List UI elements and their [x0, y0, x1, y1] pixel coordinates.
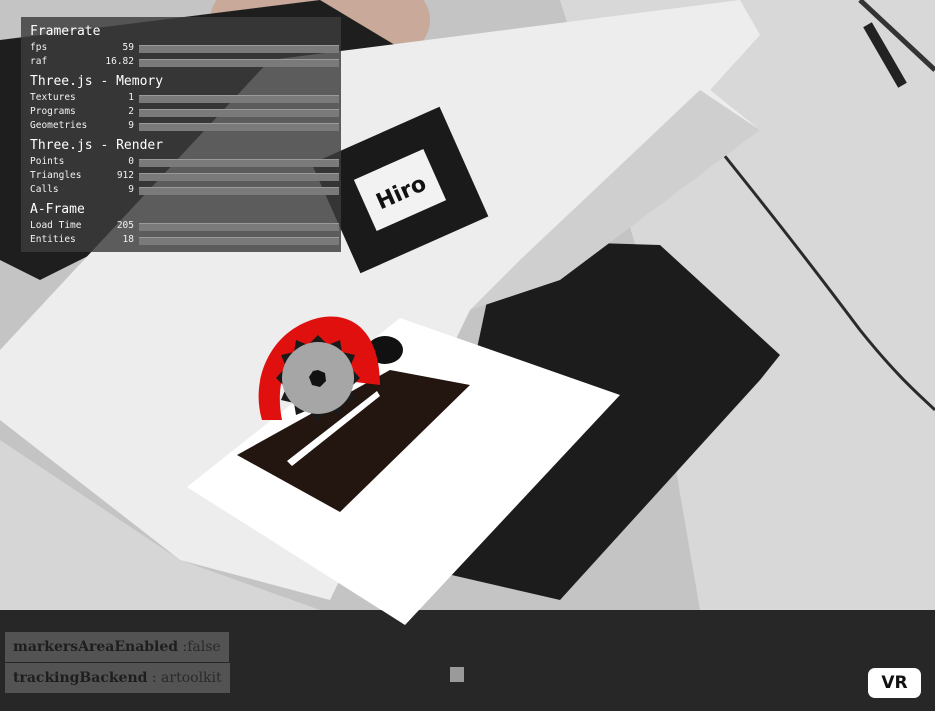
- stats-bar: [139, 237, 339, 245]
- stats-label: raf: [30, 56, 48, 67]
- stats-label: Points: [30, 156, 65, 167]
- tracking-backend-value: : artoolkit: [147, 670, 222, 686]
- stats-section-memory: Three.js - Memory Textures 1 Programs 2 …: [30, 73, 339, 133]
- stats-row-geometries: Geometries 9: [30, 119, 339, 133]
- stats-bar: [139, 223, 339, 231]
- stats-row-triangles: Triangles 912: [30, 169, 339, 183]
- stats-value: 16.82: [105, 56, 134, 67]
- stats-value: 0: [128, 156, 134, 167]
- tracking-backend-info: trackingBackend : artoolkit: [5, 663, 230, 693]
- stats-value: 18: [122, 234, 134, 245]
- stats-bar: [139, 159, 339, 167]
- stats-bar: [139, 123, 339, 131]
- markers-area-info: markersAreaEnabled :false: [5, 632, 229, 662]
- stats-row-calls: Calls 9: [30, 183, 339, 197]
- stats-row-entities: Entities 18: [30, 233, 339, 247]
- stats-value: 2: [128, 106, 134, 117]
- stats-label: Geometries: [30, 120, 88, 131]
- stats-value: 912: [116, 170, 134, 181]
- stats-row-points: Points 0: [30, 155, 339, 169]
- stats-panel: Framerate fps 59 raf 16.82 Three.js - Me…: [21, 17, 341, 252]
- stats-value: 1: [128, 92, 134, 103]
- stats-value: 9: [128, 184, 134, 195]
- stats-bar: [139, 173, 339, 181]
- markers-area-key: markersAreaEnabled: [13, 639, 179, 655]
- stats-bar: [139, 59, 339, 67]
- stats-label: Entities: [30, 234, 76, 245]
- stats-section-aframe: A-Frame Load Time 205 Entities 18: [30, 201, 339, 247]
- stats-label: Triangles: [30, 170, 82, 181]
- stats-bar: [139, 95, 339, 103]
- stats-bar: [139, 45, 339, 53]
- stats-row-load-time: Load Time 205: [30, 219, 339, 233]
- stats-section-title: A-Frame: [30, 202, 85, 217]
- stats-section-title: Three.js - Memory: [30, 74, 164, 89]
- stats-row-textures: Textures 1: [30, 91, 339, 105]
- center-indicator: [450, 667, 464, 682]
- enter-vr-button[interactable]: VR: [868, 668, 921, 698]
- stats-label: Textures: [30, 92, 76, 103]
- stats-label: Programs: [30, 106, 76, 117]
- stats-section-framerate: Framerate fps 59 raf 16.82: [30, 23, 339, 69]
- stats-row-fps: fps 59: [30, 41, 339, 55]
- stats-value: 205: [116, 220, 134, 231]
- stats-row-programs: Programs 2: [30, 105, 339, 119]
- stats-value: 9: [128, 120, 134, 131]
- stats-row-raf: raf 16.82: [30, 55, 339, 69]
- stats-label: fps: [30, 42, 48, 53]
- stats-section-render: Three.js - Render Points 0 Triangles 912…: [30, 137, 339, 197]
- stats-section-title: Framerate: [30, 24, 101, 39]
- stats-bar: [139, 109, 339, 117]
- stats-value: 59: [122, 42, 134, 53]
- stats-bar: [139, 187, 339, 195]
- markers-area-value: :false: [178, 639, 221, 655]
- stats-label: Load Time: [30, 220, 82, 231]
- stats-section-title: Three.js - Render: [30, 138, 164, 153]
- stats-label: Calls: [30, 184, 59, 195]
- tracking-backend-key: trackingBackend: [13, 670, 148, 686]
